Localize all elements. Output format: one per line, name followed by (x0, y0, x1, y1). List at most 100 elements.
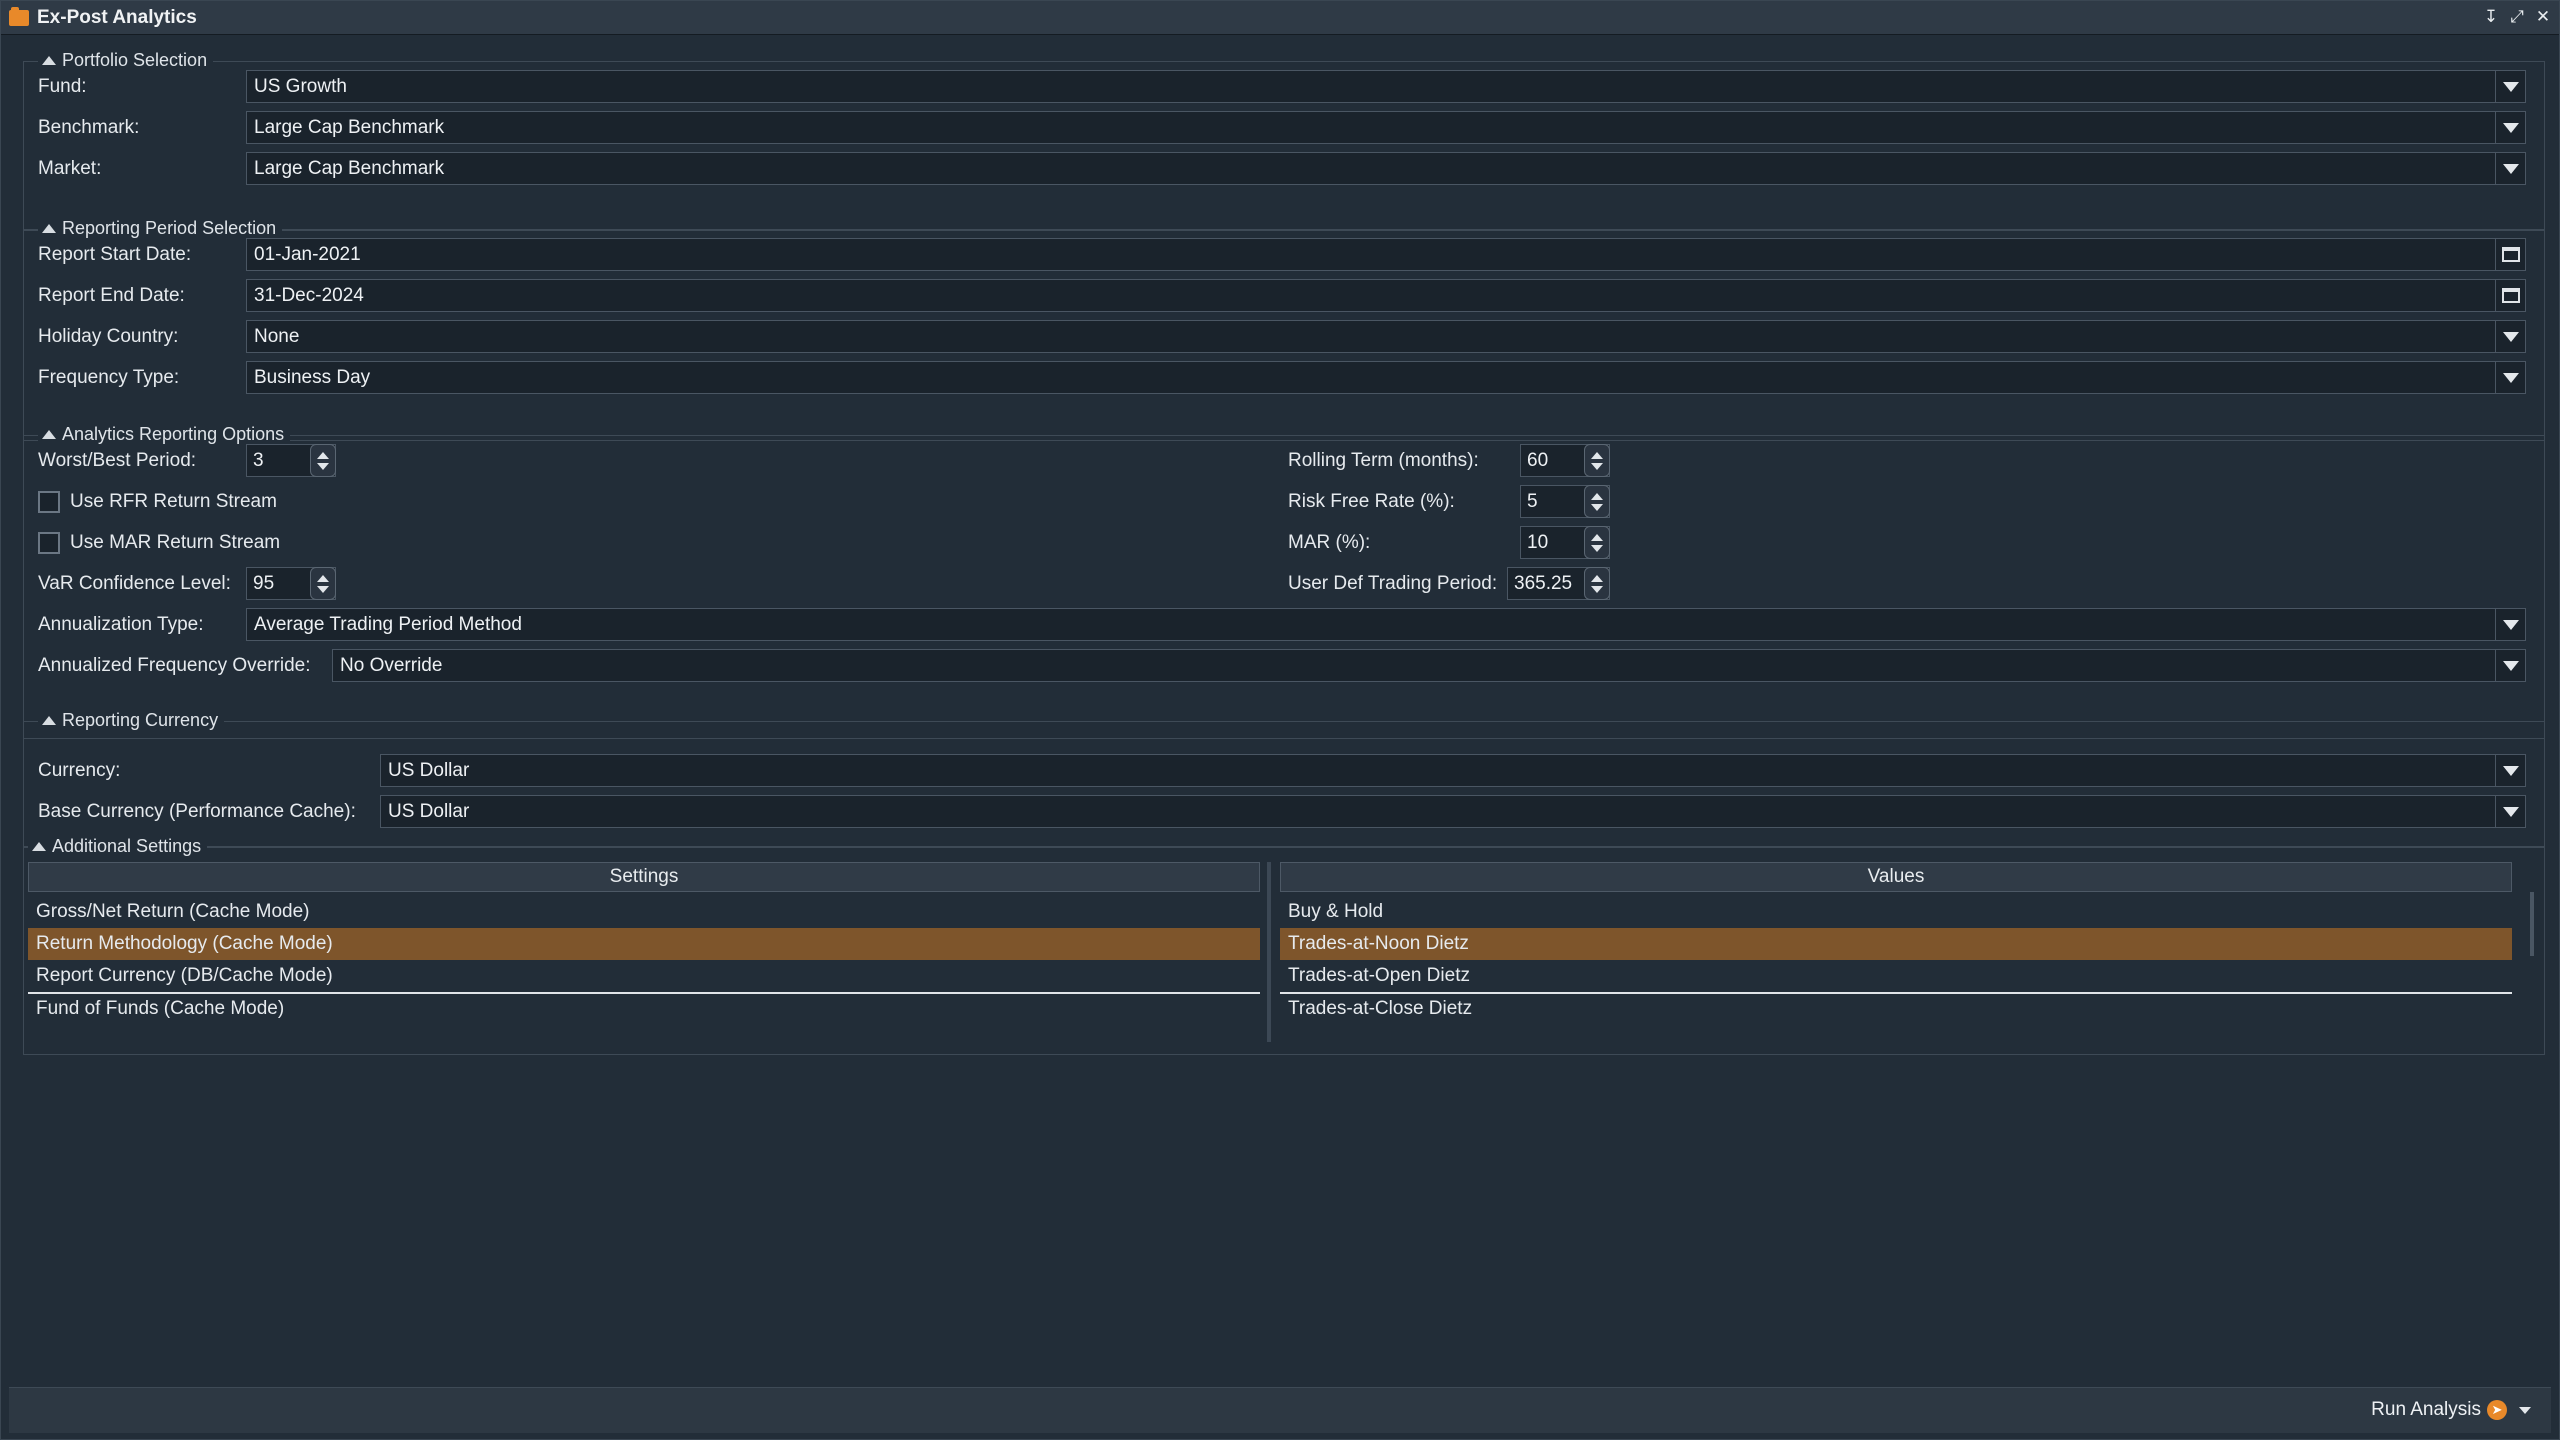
dropdown-arrow-icon[interactable] (2519, 1406, 2531, 1414)
values-column-header[interactable]: Values (1280, 862, 2512, 892)
table-row[interactable]: Report Currency (DB/Cache Mode) (28, 960, 1260, 992)
calendar-icon (2501, 247, 2520, 262)
title-bar: Ex-Post Analytics ↧ ⤢ ✕ (1, 1, 2559, 35)
collapse-triangle-icon (32, 842, 46, 851)
app-window: Ex-Post Analytics ↧ ⤢ ✕ Portfolio Select… (0, 0, 2560, 1440)
portfolio-selection-legend[interactable]: Portfolio Selection (38, 50, 214, 71)
down-arrow-icon (317, 462, 329, 470)
rolling-term-label: Rolling Term (months): (1288, 450, 1479, 471)
value-option-selected[interactable]: Trades-at-Noon Dietz (1280, 928, 2512, 960)
collapse-triangle-icon (42, 716, 56, 725)
market-label: Market: (38, 158, 102, 179)
chevron-down-icon (2502, 331, 2519, 342)
window-controls: ↧ ⤢ ✕ (2483, 7, 2551, 27)
up-arrow-icon (317, 451, 329, 459)
up-arrow-icon (1591, 533, 1603, 541)
folder-icon (9, 6, 29, 26)
risk-free-rate-spinner[interactable]: 5 (1520, 485, 1610, 518)
risk-free-rate-label: Risk Free Rate (%): (1288, 491, 1455, 512)
frequency-type-label: Frequency Type: (38, 367, 180, 388)
download-icon[interactable]: ↧ (2483, 7, 2499, 27)
collapse-triangle-icon (42, 430, 56, 439)
analytics-options-legend[interactable]: Analytics Reporting Options (38, 424, 291, 445)
collapse-triangle-icon (42, 56, 56, 65)
use-mar-label: Use MAR Return Stream (70, 532, 281, 553)
trading-period-spinner[interactable]: 365.25 (1507, 567, 1610, 600)
expand-icon[interactable]: ⤢ (2509, 7, 2525, 27)
use-mar-checkbox[interactable] (38, 532, 60, 554)
portfolio-selection-group: Portfolio Selection Fund: US Growth Benc… (23, 50, 2545, 231)
holiday-country-dropdown[interactable]: None (246, 320, 2526, 353)
collapse-triangle-icon (42, 224, 56, 233)
var-confidence-spinner[interactable]: 95 (246, 567, 336, 600)
start-date-picker[interactable]: 01-Jan-2021 (246, 238, 2526, 271)
down-arrow-icon (1591, 503, 1603, 511)
chevron-down-icon (2502, 372, 2519, 383)
base-currency-label: Base Currency (Performance Cache): (38, 801, 356, 822)
main-content: Portfolio Selection Fund: US Growth Benc… (9, 35, 2551, 1387)
holiday-country-label: Holiday Country: (38, 326, 179, 347)
reporting-period-legend[interactable]: Reporting Period Selection (38, 218, 283, 239)
annualized-override-label: Annualized Frequency Override: (38, 655, 311, 676)
fund-label: Fund: (38, 76, 87, 97)
annualization-type-label: Annualization Type: (38, 614, 204, 635)
down-arrow-icon (1591, 585, 1603, 593)
table-row-selected[interactable]: Return Methodology (Cache Mode) (28, 928, 1260, 960)
frequency-type-dropdown[interactable]: Business Day (246, 361, 2526, 394)
up-arrow-icon (1591, 574, 1603, 582)
up-arrow-icon (317, 574, 329, 582)
benchmark-dropdown[interactable]: Large Cap Benchmark (246, 111, 2526, 144)
value-option[interactable]: Trades-at-Close Dietz (1280, 993, 2512, 1025)
mar-label: MAR (%): (1288, 532, 1371, 553)
chevron-down-icon (2502, 660, 2519, 671)
worst-best-spinner[interactable]: 3 (246, 444, 336, 477)
rolling-term-spinner[interactable]: 60 (1520, 444, 1610, 477)
additional-settings-legend[interactable]: Additional Settings (28, 836, 208, 857)
start-date-label: Report Start Date: (38, 244, 192, 265)
run-analysis-button[interactable]: Run Analysis ➤ (2371, 1399, 2531, 1421)
down-arrow-icon (1591, 462, 1603, 470)
run-analysis-label: Run Analysis (2371, 1399, 2481, 1420)
vertical-scrollbar[interactable] (2530, 892, 2534, 956)
market-dropdown[interactable]: Large Cap Benchmark (246, 152, 2526, 185)
table-row[interactable]: Gross/Net Return (Cache Mode) (28, 896, 1260, 928)
additional-settings-group: Additional Settings Settings Values Gros… (23, 836, 2545, 1055)
chevron-down-icon (2502, 765, 2519, 776)
window-title: Ex-Post Analytics (37, 6, 197, 28)
up-arrow-icon (1591, 492, 1603, 500)
value-option[interactable]: Trades-at-Open Dietz (1280, 960, 2512, 992)
up-arrow-icon (1591, 451, 1603, 459)
calendar-icon (2501, 288, 2520, 303)
trading-period-label: User Def Trading Period: (1288, 573, 1498, 594)
table-row[interactable]: Fund of Funds (Cache Mode) (28, 993, 1260, 1025)
use-rfr-label: Use RFR Return Stream (70, 491, 277, 512)
use-rfr-checkbox[interactable] (38, 491, 60, 513)
analytics-options-group: Analytics Reporting Options Worst/Best P… (23, 424, 2545, 739)
fund-dropdown[interactable]: US Growth (246, 70, 2526, 103)
settings-column-header[interactable]: Settings (28, 862, 1260, 892)
annualization-type-dropdown[interactable]: Average Trading Period Method (246, 608, 2526, 641)
reporting-currency-group: Reporting Currency Currency: US Dollar B… (23, 710, 2545, 847)
close-icon[interactable]: ✕ (2535, 7, 2551, 27)
end-date-picker[interactable]: 31-Dec-2024 (246, 279, 2526, 312)
column-splitter[interactable] (1267, 862, 1271, 1042)
down-arrow-icon (317, 585, 329, 593)
base-currency-dropdown[interactable]: US Dollar (380, 795, 2526, 828)
worst-best-label: Worst/Best Period: (38, 450, 197, 471)
annualized-override-dropdown[interactable]: No Override (332, 649, 2526, 682)
mar-spinner[interactable]: 10 (1520, 526, 1610, 559)
down-arrow-icon (1591, 544, 1603, 552)
value-option[interactable]: Buy & Hold (1280, 896, 2512, 928)
reporting-currency-legend[interactable]: Reporting Currency (38, 710, 225, 731)
var-confidence-label: VaR Confidence Level: (38, 573, 231, 594)
chevron-down-icon (2502, 122, 2519, 133)
reporting-period-group: Reporting Period Selection Report Start … (23, 218, 2545, 441)
status-bar: Run Analysis ➤ (9, 1387, 2551, 1433)
chevron-down-icon (2502, 619, 2519, 630)
chevron-down-icon (2502, 81, 2519, 92)
benchmark-label: Benchmark: (38, 117, 140, 138)
currency-dropdown[interactable]: US Dollar (380, 754, 2526, 787)
play-arrow-icon: ➤ (2487, 1400, 2507, 1420)
chevron-down-icon (2502, 806, 2519, 817)
chevron-down-icon (2502, 163, 2519, 174)
